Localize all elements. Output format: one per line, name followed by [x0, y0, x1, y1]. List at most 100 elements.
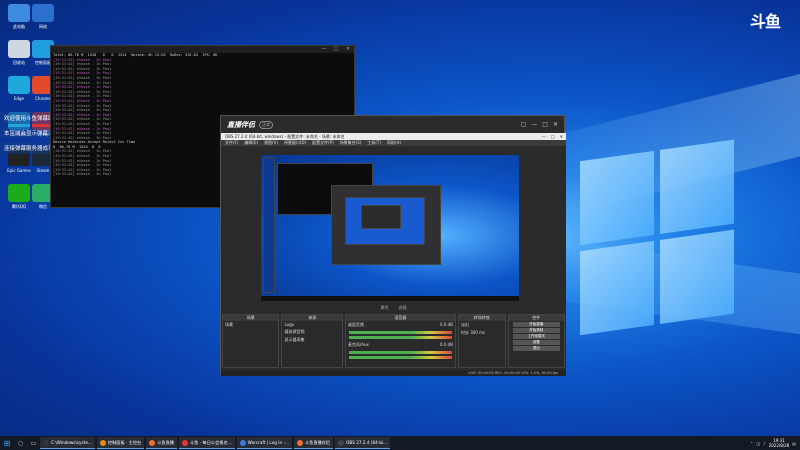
source-item[interactable]: Logo [282, 321, 341, 328]
app-icon [149, 439, 156, 446]
taskbar-app-label: 控制面板 · 主控台 [107, 439, 142, 445]
desktop-icon[interactable] [32, 4, 54, 22]
settings-button[interactable]: 设置 [512, 340, 560, 345]
obs-preview-canvas[interactable] [261, 155, 519, 301]
transition-duration[interactable]: 时长 300 ms [459, 329, 505, 337]
taskbar-items: C:\Windows\syste... 控制面板 · 主控台 斗鱼直播 斗鱼 - 每日… [40, 437, 392, 449]
minimize-icon[interactable]: — [542, 134, 546, 139]
volume-icon[interactable]: ♪ [763, 441, 766, 446]
terminal-titlebar[interactable]: — □ ✕ [51, 46, 354, 53]
studio-mode-button[interactable]: 工作室模式 [512, 334, 560, 339]
menu-item[interactable]: 视图(V) [264, 140, 278, 146]
preview-nested-inner [361, 205, 401, 229]
companion-titlebar: 直播伴侣 正式 ▢ — □ ✕ [221, 116, 564, 133]
version-badge: 正式 [259, 120, 273, 129]
taskbar-app-label: 斗鱼直播 [157, 439, 174, 445]
maximize-icon[interactable]: □ [551, 134, 555, 139]
menu-item[interactable]: 停靠窗口(D) [284, 140, 306, 146]
tray-arrow-icon[interactable]: ⌃ [750, 441, 753, 446]
taskbar-app[interactable]: C:\Windows\syste... [40, 437, 95, 449]
transition-type[interactable]: 淡出 [459, 321, 505, 329]
obs-title: OBS 27.2.4 (64-bit, windows) - 配置文件: 未命名… [225, 133, 345, 139]
preview-taskbar [261, 296, 519, 301]
preview-icon-column [263, 157, 275, 293]
desktop-icon[interactable] [8, 184, 30, 202]
taskbar-app[interactable]: 斗鱼直播伴侣 [293, 437, 334, 449]
notification-icon[interactable]: ▤ [792, 441, 796, 446]
source-item[interactable]: 显示器采集 [282, 336, 341, 344]
app-icon [99, 439, 106, 446]
close-icon[interactable]: ✕ [342, 46, 354, 53]
taskbar: ⊞ ○ ▭ C:\Windows\syste... 控制面板 · 主控台 斗鱼直播 斗… [0, 436, 800, 450]
properties-button[interactable]: 属性 [381, 305, 389, 312]
volume-meter[interactable] [348, 336, 452, 339]
taskbar-app[interactable]: Warcraft | Log In -... [236, 437, 292, 449]
volume-meter[interactable] [348, 356, 452, 359]
channel-label: 麦克风/Aux [347, 342, 369, 347]
taskbar-app-label: C:\Windows\syste... [51, 440, 92, 445]
window-icon[interactable]: ▢ [521, 121, 527, 128]
taskbar-app[interactable]: 控制面板 · 主控台 [96, 437, 145, 449]
scenes-dock: 场景 场景 [222, 314, 280, 368]
close-icon[interactable]: ✕ [553, 121, 558, 128]
companion-logo: 直播伴侣 [227, 120, 255, 129]
windows-logo-wallpaper [580, 139, 740, 341]
volume-meter[interactable] [348, 331, 452, 334]
obs-window[interactable]: OBS 27.2.4 (64-bit, windows) - 配置文件: 未命名… [221, 133, 566, 376]
source-item[interactable]: 媒体源音频 [282, 328, 341, 336]
network-icon[interactable]: ◫ [756, 441, 760, 446]
live-companion-window[interactable]: 直播伴侣 正式 ▢ — □ ✕ OBS 27.2.4 (64-bit, wind… [220, 115, 566, 376]
desktop-icon-label: 网络 [39, 24, 47, 29]
menu-item[interactable]: 工具(T) [367, 140, 381, 146]
app-icon [181, 439, 188, 446]
menu-item[interactable]: 文件(F) [225, 140, 238, 146]
menu-item[interactable]: 配置文件(P) [312, 140, 334, 146]
maximize-icon[interactable]: □ [330, 46, 342, 53]
dock-title: 控件 [508, 315, 564, 321]
app-icon [338, 439, 345, 446]
desktop: 斗鱼 此电脑网络回收站控制面板EdgeChromeHiveOSUplayEpic… [0, 0, 800, 450]
clock[interactable]: 19:31 2022/8/28 [769, 438, 790, 448]
channel-level: 0.0 dB [440, 342, 453, 347]
preview-controls: 属性 滤镜 [221, 305, 566, 312]
filters-button[interactable]: 滤镜 [399, 305, 407, 312]
mixer-channel-name: 麦克风/Aux 0.0 dB [346, 341, 455, 349]
taskbar-app-label: Warcraft | Log In -... [247, 440, 289, 445]
search-icon[interactable]: ○ [14, 436, 27, 450]
menu-item[interactable]: 场景集合(S) [340, 140, 362, 146]
transitions-dock: 转场特效 淡出 时长 300 ms [457, 314, 506, 368]
start-recording-button[interactable]: 开始录制 [512, 328, 560, 333]
desktop-icon[interactable] [8, 4, 30, 22]
duration-label: 时长 [460, 330, 469, 335]
minimize-icon[interactable]: — [318, 46, 330, 53]
sources-dock: 来源 Logo 媒体源音频 显示器采集 [281, 314, 343, 368]
channel-level: 0.0 dB [440, 322, 453, 327]
desktop-icon[interactable] [8, 76, 30, 94]
volume-meter[interactable] [348, 351, 452, 354]
minimize-icon[interactable]: — [531, 121, 537, 128]
taskbar-app-label: 斗鱼直播伴侣 [304, 439, 331, 445]
clock-date: 2022/8/28 [768, 443, 790, 448]
menu-item[interactable]: 帮助(H) [387, 140, 401, 146]
obs-menubar: 文件(F) 编辑(E) 视图(V) 停靠窗口(D) 配置文件(P) 场景集合(S) 工具(T… [221, 140, 566, 146]
close-icon[interactable]: ✕ [560, 134, 563, 139]
scene-item[interactable]: 场景 [223, 321, 278, 329]
taskbar-app[interactable]: 斗鱼 - 每日公会报名... [178, 437, 235, 449]
obs-statusbar: LIVE: 00:00:00 REC: 00:00:00 CPU: 1.5%, … [221, 370, 566, 376]
duration-value[interactable]: 300 ms [470, 330, 485, 335]
start-streaming-button[interactable]: 开始直播 [512, 322, 560, 327]
mixer-channel-name: 桌面音频 0.0 dB [346, 321, 455, 329]
maximize-icon[interactable]: □ [542, 121, 548, 128]
start-button[interactable]: ⊞ [0, 436, 14, 450]
exit-button[interactable]: 退出 [512, 346, 560, 351]
system-tray: ⌃ ◫ ♪ 19:31 2022/8/28 ▤ [750, 438, 800, 448]
obs-docks: 场景 场景 来源 Logo 媒体源音频 显示器采集 混音器 桌面音频 0.0 d… [221, 314, 566, 376]
app-icon [43, 439, 49, 446]
controls-dock: 控件 开始直播 开始录制 工作室模式 设置 退出 [507, 314, 565, 368]
app-icon [239, 439, 246, 446]
taskbar-app[interactable]: 斗鱼直播 [146, 437, 177, 449]
menu-item[interactable]: 编辑(E) [244, 140, 258, 146]
taskbar-app[interactable]: OBS 27.2.4 (64-bi... [335, 437, 391, 449]
desktop-icon[interactable] [8, 40, 30, 58]
task-view-icon[interactable]: ▭ [27, 436, 40, 450]
